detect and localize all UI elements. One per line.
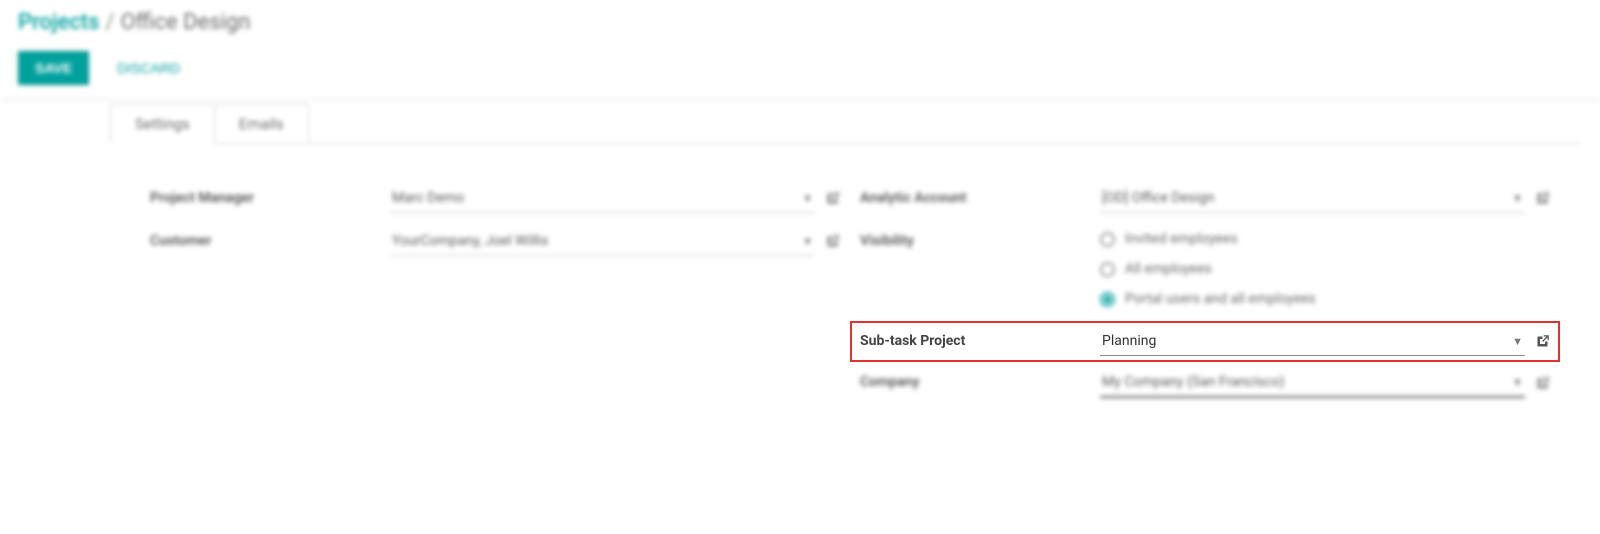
breadcrumb-separator: / — [105, 10, 114, 35]
discard-button[interactable]: DISCARD — [111, 59, 186, 77]
tab-emails[interactable]: Emails — [214, 104, 309, 144]
customer-value: YourCompany, Joel Willis — [392, 233, 548, 249]
visibility-option-label: Invited employees — [1125, 231, 1238, 247]
visibility-option-label: All employees — [1125, 261, 1212, 277]
subtask-project-label: Sub-task Project — [860, 327, 1100, 349]
company-field[interactable]: My Company (San Francisco) ▼ — [1100, 368, 1525, 398]
radio-icon — [1100, 292, 1115, 307]
project-manager-label: Project Manager — [150, 184, 390, 206]
visibility-option-invited[interactable]: Invited employees — [1100, 231, 1316, 247]
company-label: Company — [860, 368, 1100, 390]
caret-down-icon: ▼ — [802, 235, 813, 248]
breadcrumb-current: Office Design — [121, 10, 251, 35]
visibility-label: Visibility — [860, 227, 1100, 249]
visibility-radio-group: Invited employees All employees Portal u… — [1100, 227, 1316, 307]
customer-label: Customer — [150, 227, 390, 249]
subtask-project-highlight: Sub-task Project Planning ▼ — [850, 321, 1560, 362]
analytic-account-value: [OD] Office Design — [1102, 190, 1214, 206]
radio-icon — [1100, 232, 1115, 247]
external-link-icon[interactable] — [825, 234, 840, 249]
external-link-icon[interactable] — [825, 191, 840, 206]
analytic-account-field[interactable]: [OD] Office Design ▼ — [1100, 184, 1525, 213]
caret-down-icon: ▼ — [1512, 335, 1523, 348]
project-manager-value: Marc Demo — [392, 190, 464, 206]
radio-icon — [1100, 262, 1115, 277]
tabs: Settings Emails — [110, 104, 1580, 144]
breadcrumb: Projects / Office Design — [18, 10, 1582, 35]
caret-down-icon: ▼ — [802, 192, 813, 205]
save-button[interactable]: SAVE — [18, 51, 89, 85]
visibility-option-portal[interactable]: Portal users and all employees — [1100, 291, 1316, 307]
analytic-account-label: Analytic Account — [860, 184, 1100, 206]
visibility-option-all[interactable]: All employees — [1100, 261, 1316, 277]
tab-settings[interactable]: Settings — [110, 104, 215, 144]
customer-field[interactable]: YourCompany, Joel Willis ▼ — [390, 227, 815, 256]
subtask-project-field[interactable]: Planning ▼ — [1100, 327, 1525, 356]
breadcrumb-root[interactable]: Projects — [18, 10, 99, 35]
subtask-project-value: Planning — [1102, 333, 1156, 349]
external-link-icon[interactable] — [1535, 191, 1550, 206]
company-value: My Company (San Francisco) — [1102, 374, 1284, 390]
caret-down-icon: ▼ — [1512, 376, 1523, 389]
project-manager-field[interactable]: Marc Demo ▼ — [390, 184, 815, 213]
external-link-icon[interactable] — [1535, 334, 1550, 349]
caret-down-icon: ▼ — [1512, 192, 1523, 205]
external-link-icon[interactable] — [1535, 376, 1550, 391]
visibility-option-label: Portal users and all employees — [1125, 291, 1316, 307]
